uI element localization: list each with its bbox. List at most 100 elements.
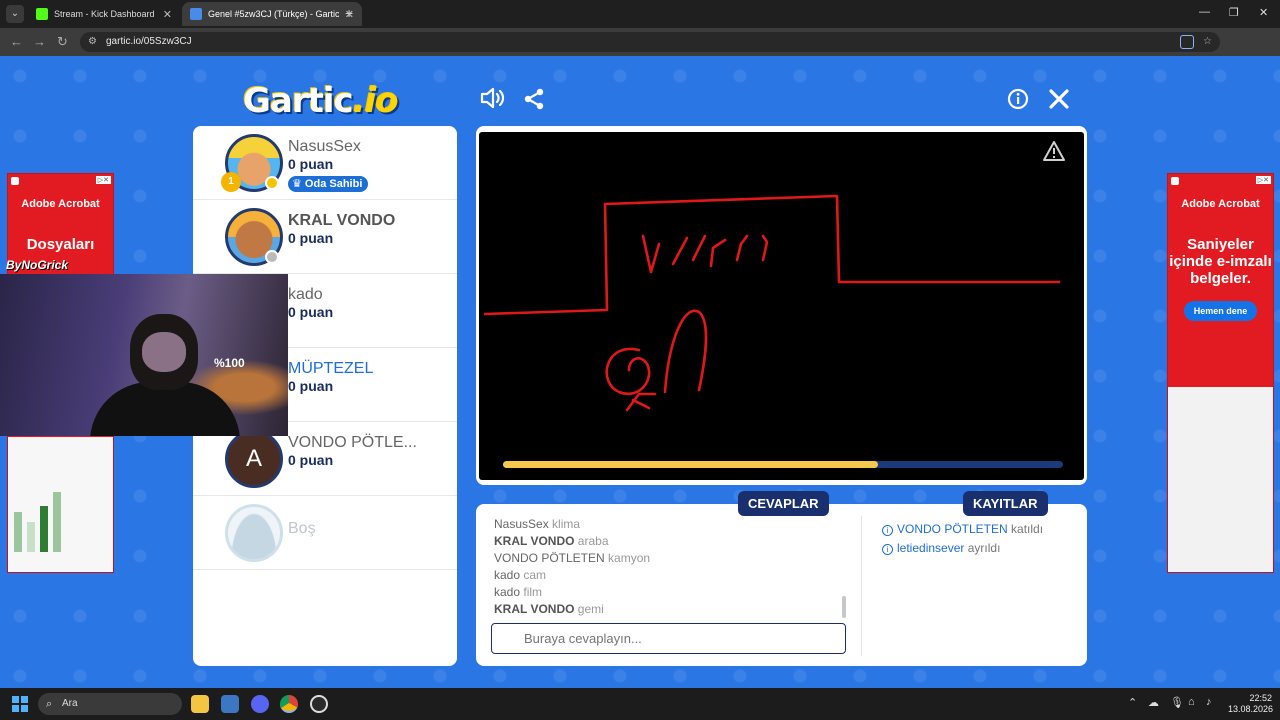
list-item: KRAL VONDO araba (494, 533, 846, 550)
volume-icon[interactable]: ♪ (1206, 696, 1212, 708)
new-tab-button[interactable]: + (345, 5, 353, 21)
status-dot (265, 250, 279, 264)
tab-kick-dashboard[interactable]: Stream - Kick Dashboard ✕ (28, 2, 180, 26)
answer-input[interactable] (491, 623, 846, 654)
system-clock[interactable]: 22:52 13.08.2026 (1228, 693, 1274, 715)
tab-gartic[interactable]: Genel #5zw3CJ (Türkçe) - Gartic ✕ (182, 2, 362, 26)
chrome-icon[interactable] (280, 695, 298, 713)
answer-text: klima (552, 517, 581, 531)
share-icon[interactable] (522, 87, 546, 117)
player-name: VONDO PÖTLE... (288, 434, 417, 451)
ad-document-image (8, 437, 113, 572)
answer-author: NasusSex (494, 517, 549, 531)
player-name: KRAL VONDO (288, 212, 396, 229)
obs-icon[interactable] (310, 695, 328, 713)
ad-close-icon[interactable]: ▷✕ (95, 176, 111, 184)
webcam-person (90, 382, 240, 436)
list-item: KRAL VONDO gemi (494, 601, 846, 618)
player-points: 0 puan (288, 230, 334, 246)
tab-search-icon[interactable]: ⌄ (6, 5, 24, 23)
sound-icon[interactable] (480, 86, 506, 116)
drawing-canvas[interactable] (479, 132, 1084, 480)
windows-start-icon[interactable] (12, 696, 28, 712)
ad-headline: Dosyaları (26, 236, 95, 253)
tab-answers[interactable]: CEVAPLAR (738, 491, 829, 516)
ad-bar-graphic (14, 492, 61, 552)
minimize-button[interactable]: — (1199, 6, 1210, 18)
drawing-panel (476, 126, 1087, 485)
browser-toolbar: ← → ↻ ⚙ gartic.io/05Szw3CJ ☆ v ⋮ (0, 28, 1280, 78)
answer-text: gemi (577, 602, 604, 616)
ad-headline: Saniyeler içinde e-imzalı belgeler. (1169, 236, 1272, 287)
ad-brand: Adobe Acrobat (1181, 198, 1260, 210)
address-bar[interactable]: ⚙ gartic.io/05Szw3CJ ☆ (80, 32, 1220, 52)
close-game-icon[interactable] (1047, 87, 1071, 117)
windows-taskbar: ⌕ Ara ⌃ ☁ 🎙 ⌂ ♪ 22:52 13.08.2026 (0, 688, 1280, 720)
tab-title: Stream - Kick Dashboard (54, 9, 155, 19)
app-icon[interactable] (221, 695, 239, 713)
info-icon: i (882, 525, 893, 536)
info-icon: i (882, 544, 893, 555)
ad-choices-icon[interactable] (11, 177, 19, 185)
extension-icon[interactable] (1180, 35, 1194, 49)
answer-author: kado (494, 585, 521, 599)
log-author: letiedinsever (897, 541, 965, 555)
report-warning-icon[interactable] (1042, 140, 1066, 167)
answer-text: cam (523, 568, 547, 582)
player-points: 0 puan (288, 156, 334, 172)
log-author: VONDO PÖTLETEN (897, 522, 1008, 536)
taskbar-search[interactable]: ⌕ Ara (38, 693, 182, 715)
browser-tab-bar: ⌄ Stream - Kick Dashboard ✕ Genel #5zw3C… (0, 0, 1280, 28)
ad-right[interactable]: ▷✕ Adobe Acrobat Saniyeler içinde e-imza… (1167, 173, 1274, 573)
site-info-icon[interactable]: ⚙ (88, 32, 97, 52)
close-window-button[interactable]: ✕ (1259, 6, 1268, 19)
logo-suffix-text: .io (352, 81, 399, 121)
empty-slot: Boş (193, 496, 457, 570)
player-points: 0 puan (288, 378, 334, 394)
answer-author: VONDO PÖTLETEN (494, 551, 605, 565)
tab-logs[interactable]: KAYITLAR (963, 491, 1048, 516)
player-name: MÜPTEZEL (288, 360, 374, 377)
answer-author: KRAL VONDO (494, 602, 575, 616)
cloud-icon[interactable]: ☁ (1148, 696, 1159, 709)
tray-overflow-icon[interactable]: ⌃ (1128, 696, 1137, 709)
round-timer-bar (503, 461, 1063, 468)
answer-author: kado (494, 568, 521, 582)
avatar: A (225, 430, 283, 488)
list-item: i letiedinsever ayrıldı (882, 539, 1043, 558)
logs-list[interactable]: i VONDO PÖTLETEN katıldı i letiedinsever a… (882, 520, 1043, 558)
tab-close-icon[interactable]: ✕ (163, 8, 172, 21)
answer-text: araba (577, 534, 609, 548)
network-icon[interactable]: ⌂ (1188, 696, 1195, 708)
ad-choices-icon[interactable] (1171, 177, 1179, 185)
crown-icon: ♛ (292, 178, 305, 190)
answers-list[interactable]: NasusSex klima KRAL VONDO araba VONDO PÖ… (494, 516, 846, 624)
webcam-sign: %100 (214, 356, 245, 370)
gartic-logo[interactable]: Gartic.io (243, 81, 399, 121)
ad-document-image (1168, 387, 1273, 572)
forward-arrow-icon[interactable]: → (33, 34, 46, 49)
list-item: i VONDO PÖTLETEN katıldı (882, 520, 1043, 539)
mic-icon[interactable]: 🎙 (1170, 696, 1184, 709)
ad-cta-button[interactable]: Hemen dene (1183, 301, 1258, 321)
webcam-person-face (142, 332, 186, 372)
bookmark-star-icon[interactable]: ☆ (1203, 32, 1212, 52)
player-row[interactable]: 1 NasusSex 0 puan ♛ Oda Sahibi (193, 126, 457, 200)
list-item: VONDO PÖTLETEN kamyon (494, 550, 846, 567)
ad-close-icon[interactable]: ▷✕ (1255, 176, 1271, 184)
chat-panel: CEVAPLAR KAYITLAR NasusSex klima KRAL VO… (476, 491, 1087, 666)
tab-title: Genel #5zw3CJ (Türkçe) - Gartic (208, 9, 339, 19)
clock-date: 13.08.2026 (1228, 704, 1274, 714)
back-arrow-icon[interactable]: ← (10, 34, 23, 49)
discord-icon[interactable] (251, 695, 269, 713)
player-points: 0 puan (288, 452, 334, 468)
log-text: ayrıldı (967, 541, 1001, 555)
restore-button[interactable]: ❐ (1229, 6, 1239, 19)
ad-brand: Adobe Acrobat (21, 198, 100, 210)
user-placeholder-icon (225, 504, 283, 562)
answers-scrollbar[interactable] (842, 596, 846, 618)
reload-icon[interactable]: ↻ (57, 34, 68, 50)
player-row[interactable]: KRAL VONDO 0 puan (193, 200, 457, 274)
info-icon[interactable] (1007, 88, 1029, 116)
file-explorer-icon[interactable] (191, 695, 209, 713)
